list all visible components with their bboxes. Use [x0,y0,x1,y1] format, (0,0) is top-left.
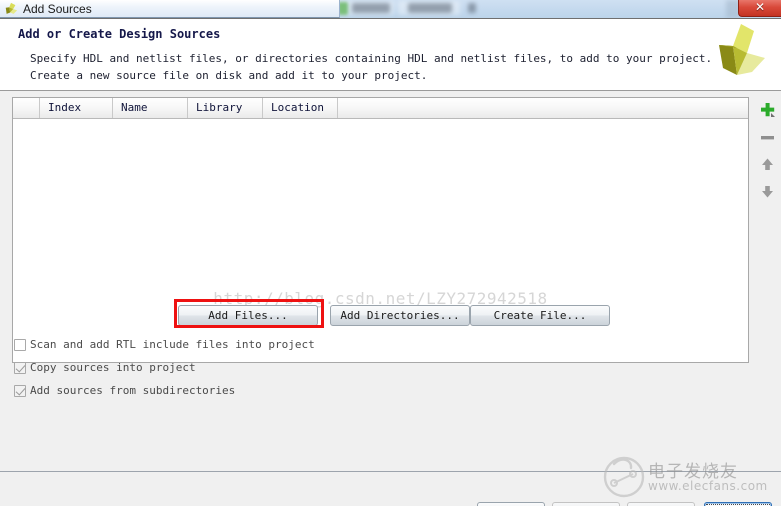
dialog-title: Add Sources [23,1,92,16]
option-row-copy-sources[interactable]: Copy sources into project [14,358,414,377]
move-up-icon[interactable] [755,151,779,178]
cancel-button[interactable]: Cancel [704,502,772,506]
vivado-logo [719,24,765,75]
table-column-header-library[interactable]: Library [188,98,263,118]
close-button[interactable]: ✕ [738,0,781,17]
option-row-add-subdirs[interactable]: Add sources from subdirectories [14,381,414,400]
add-directories-label: Add Directories... [340,309,460,322]
add-files-button[interactable]: Add Files... [178,305,318,326]
table-column-header-location[interactable]: Location [263,98,338,118]
blurred-label-1 [352,3,390,13]
dialog-footer: ‹ Back Next › Finish Cancel [0,472,781,506]
remove-icon[interactable] [755,124,779,151]
table-header-row: Index Name Library Location [13,98,748,119]
action-button-row: Add Files... Add Directories... Create F… [0,301,781,335]
table-side-toolbar [755,97,779,207]
add-directories-button[interactable]: Add Directories... [330,305,470,326]
create-file-button[interactable]: Create File... [470,305,610,326]
option-label-copy-sources: Copy sources into project [30,361,196,374]
vivado-icon [5,2,18,14]
option-label-add-subdirs: Add sources from subdirectories [30,384,236,397]
next-button[interactable]: Next › [552,502,620,506]
table-column-header-select[interactable] [13,98,40,118]
option-label-scan-rtl: Scan and add RTL include files into proj… [30,338,315,351]
create-file-label: Create File... [493,309,587,322]
finish-button[interactable]: Finish [627,502,695,506]
page-description: Specify HDL and netlist files, or direct… [30,52,713,82]
option-row-scan-rtl[interactable]: Scan and add RTL include files into proj… [14,335,414,354]
add-sources-dialog: Add or Create Design Sources Specify HDL… [0,18,781,506]
checkbox-scan-rtl[interactable] [14,338,26,351]
checkbox-copy-sources[interactable] [14,361,26,374]
dialog-header: Add or Create Design Sources Specify HDL… [0,19,781,91]
blurred-label-2 [408,3,452,13]
page-title: Add or Create Design Sources [18,27,221,41]
add-icon[interactable] [755,97,779,124]
table-column-header-filler [338,98,748,118]
blurred-label-3 [468,3,476,13]
add-files-label: Add Files... [208,309,288,322]
move-down-icon[interactable] [755,178,779,205]
dialog-titlebar: Add Sources [0,0,340,18]
table-column-header-index[interactable]: Index [40,98,113,118]
checkbox-add-subdirs[interactable] [14,384,26,397]
table-column-header-name[interactable]: Name [113,98,188,118]
back-button[interactable]: ‹ Back [477,502,545,506]
options-list: Scan and add RTL include files into proj… [14,335,414,404]
